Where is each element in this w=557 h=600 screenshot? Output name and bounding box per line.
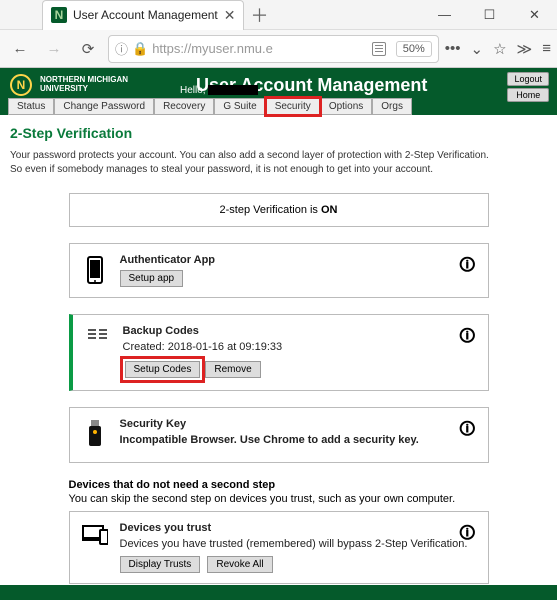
tab-recovery[interactable]: Recovery <box>154 98 214 115</box>
laptop-phone-icon <box>82 522 108 546</box>
revoke-all-button[interactable]: Revoke All <box>207 556 272 573</box>
tab-gsuite[interactable]: G Suite <box>214 98 265 115</box>
auth-title: Authenticator App <box>120 254 476 266</box>
address-bar[interactable]: ⓘ 🔒 https://myuser.nmu.e 50% <box>108 35 439 63</box>
username-redacted <box>208 85 258 95</box>
phone-icon <box>82 254 108 284</box>
tab-change-password[interactable]: Change Password <box>54 98 154 115</box>
more-icon[interactable]: ••• <box>445 40 461 57</box>
status-value: ON <box>321 204 338 216</box>
backup-codes-card: Backup Codes Created: 2018-01-16 at 09:1… <box>69 314 489 391</box>
info-icon[interactable]: 🛈 <box>459 254 475 281</box>
codes-icon <box>85 325 111 349</box>
window-close-button[interactable]: ✕ <box>512 0 557 30</box>
auth-setup-button[interactable]: Setup app <box>120 270 184 287</box>
university-logo-icon: N <box>10 74 32 96</box>
forward-button: → <box>40 35 68 63</box>
page-header: N NORTHERN MICHIGAN UNIVERSITY User Acco… <box>0 68 557 98</box>
setup-codes-highlight: Setup Codes <box>123 359 203 380</box>
url-text: https://myuser.nmu.e <box>152 41 273 56</box>
info-icon[interactable]: 🛈 <box>459 418 475 445</box>
devices-heading: Devices that do not need a second step Y… <box>69 479 489 505</box>
browser-toolbar: ← → ⟳ ⓘ 🔒 https://myuser.nmu.e 50% ••• ⌄… <box>0 30 557 68</box>
reader-mode-icon[interactable] <box>372 42 386 56</box>
window-minimize-button[interactable]: — <box>422 0 467 30</box>
tab-orgs[interactable]: Orgs <box>372 98 412 115</box>
tab-status[interactable]: Status <box>8 98 54 115</box>
codes-created: Created: 2018-01-16 at 09:19:33 <box>123 341 476 353</box>
authenticator-card: Authenticator App Setup app 🛈 <box>69 243 489 298</box>
reload-button[interactable]: ⟳ <box>74 35 102 63</box>
key-msg: Incompatible Browser. Use Chrome to add … <box>120 434 476 446</box>
tab-security[interactable]: Security <box>266 98 320 115</box>
info-icon[interactable]: 🛈 <box>459 522 475 549</box>
browser-tab[interactable]: N User Account Management ✕ <box>42 0 244 30</box>
codes-title: Backup Codes <box>123 325 476 337</box>
usb-key-icon <box>82 418 108 448</box>
hello-user: Hello, <box>180 85 258 96</box>
trust-title: Devices you trust <box>120 522 476 534</box>
status-line: 2-step Verification is ON <box>220 204 338 216</box>
trust-msg: Devices you have trusted (remembered) wi… <box>120 538 476 550</box>
info-icon[interactable]: 🛈 <box>459 325 475 352</box>
page-title: 2-Step Verification <box>10 125 547 141</box>
trusted-devices-card: Devices you trust Devices you have trust… <box>69 511 489 584</box>
university-name: NORTHERN MICHIGAN UNIVERSITY <box>40 76 128 94</box>
back-button[interactable]: ← <box>6 35 34 63</box>
logout-button[interactable]: Logout <box>507 72 549 86</box>
overflow-icon[interactable]: ≫ <box>517 40 533 58</box>
bookmark-icon[interactable]: ☆ <box>493 40 506 58</box>
status-card: 2-step Verification is ON <box>69 193 489 227</box>
home-button[interactable]: Home <box>507 88 549 102</box>
pocket-icon[interactable]: ⌄ <box>471 40 484 58</box>
content-area: 2-Step Verification Your password protec… <box>0 115 557 585</box>
nav-tabs: Status Change Password Recovery G Suite … <box>0 98 557 115</box>
menu-icon[interactable]: ≡ <box>542 40 551 57</box>
setup-codes-button[interactable]: Setup Codes <box>125 361 201 378</box>
remove-codes-button[interactable]: Remove <box>205 361 260 378</box>
lock-icon: 🔒 <box>132 41 148 57</box>
zoom-level[interactable]: 50% <box>396 41 432 57</box>
close-tab-icon[interactable]: ✕ <box>224 7 236 24</box>
tab-options[interactable]: Options <box>320 98 372 115</box>
site-info-icon[interactable]: ⓘ <box>115 39 128 58</box>
display-trusts-button[interactable]: Display Trusts <box>120 556 201 573</box>
tab-title: User Account Management <box>73 8 218 22</box>
favicon: N <box>51 7 67 23</box>
window-titlebar: N User Account Management ✕ ＋ — ☐ ✕ <box>0 0 557 30</box>
key-title: Security Key <box>120 418 476 430</box>
intro-text: Your password protects your account. You… <box>10 149 547 177</box>
window-maximize-button[interactable]: ☐ <box>467 0 512 30</box>
new-tab-button[interactable]: ＋ <box>250 2 268 28</box>
security-key-card: Security Key Incompatible Browser. Use C… <box>69 407 489 463</box>
page-root: N NORTHERN MICHIGAN UNIVERSITY User Acco… <box>0 68 557 600</box>
